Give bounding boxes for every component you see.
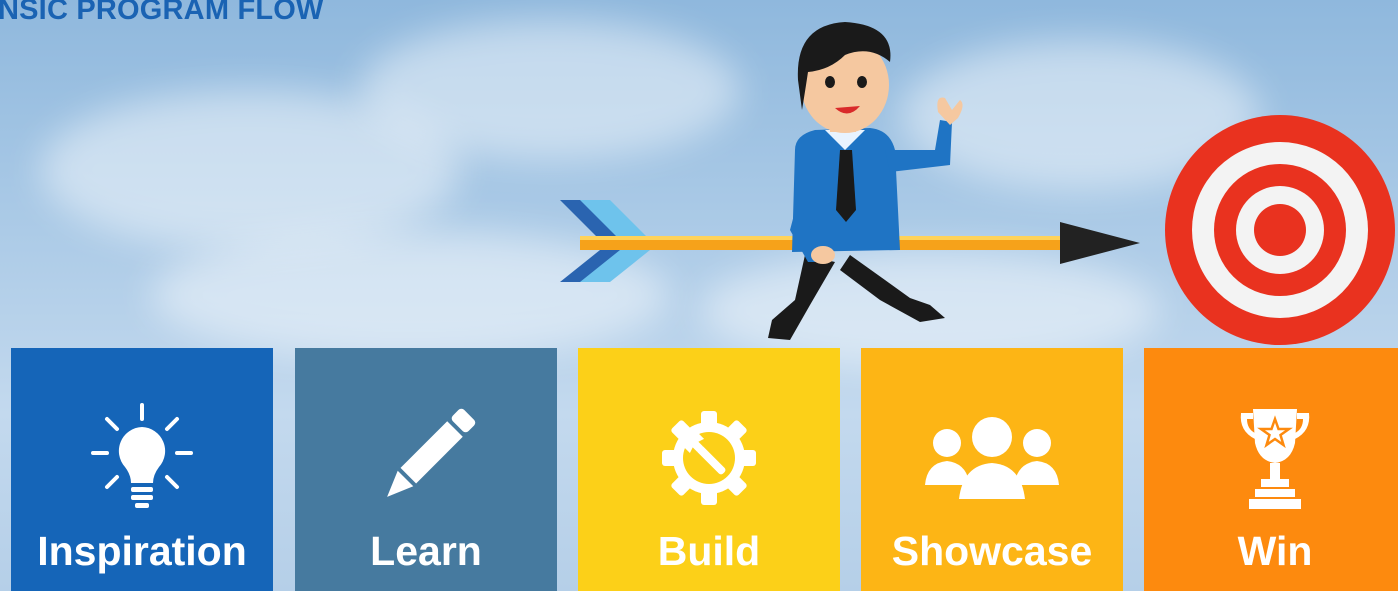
- step-showcase[interactable]: Showcase: [861, 348, 1123, 591]
- page-title: NSIC PROGRAM FLOW: [0, 0, 324, 26]
- businessman-arrow-illustration: [560, 22, 1140, 340]
- trophy-icon: [1235, 403, 1315, 513]
- people-group-icon: [917, 403, 1067, 513]
- lightbulb-icon: [87, 403, 197, 513]
- step-win[interactable]: Win: [1144, 348, 1398, 591]
- step-label: Learn: [370, 528, 482, 574]
- arrowhead: [1060, 222, 1140, 264]
- gear-wrench-icon: [654, 403, 764, 513]
- pencil-icon: [371, 403, 481, 513]
- step-label: Inspiration: [37, 528, 247, 574]
- step-label: Build: [657, 528, 761, 574]
- step-label: Showcase: [891, 528, 1093, 574]
- step-build[interactable]: Build: [578, 348, 840, 591]
- step-learn[interactable]: Learn: [295, 348, 557, 591]
- target-icon: [1165, 115, 1395, 345]
- step-inspiration[interactable]: Inspiration: [11, 348, 273, 591]
- character-legs: [768, 255, 945, 340]
- step-label: Win: [1237, 528, 1313, 574]
